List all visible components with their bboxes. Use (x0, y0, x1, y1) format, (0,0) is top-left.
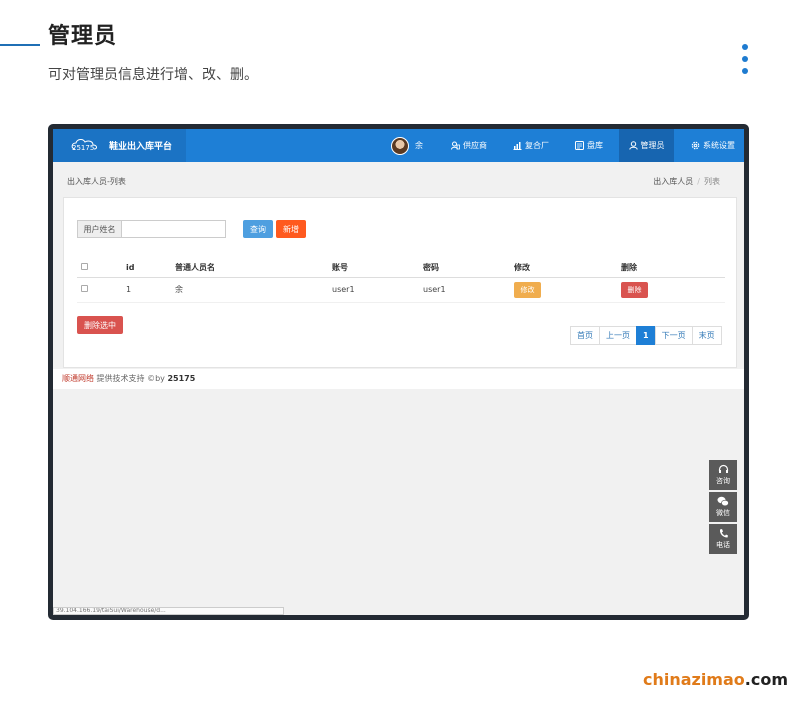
column-header: 修改 (514, 258, 621, 278)
pager-last[interactable]: 末页 (691, 326, 722, 345)
nav-item-settings[interactable]: 系统设置 (691, 129, 735, 162)
content-panel: 用户姓名 查询 新增 id 普通人员名 账号 密码 修改 删除 1 余 user… (63, 197, 737, 368)
footer-brand: 25175 (167, 374, 196, 383)
top-nav: 25175 鞋业出入库平台 余 供应商 复合厂 盘库 管理员 系统设置 (53, 129, 744, 162)
chart-icon (513, 142, 522, 150)
brand-logo-text: 25175 (72, 144, 94, 152)
pager-next[interactable]: 下一页 (654, 326, 693, 345)
side-toolbar: 咨询 微信 电话 (709, 460, 737, 556)
nav-item-inventory[interactable]: 盘库 (575, 129, 603, 162)
nav-item-admin[interactable]: 管理员 (619, 129, 674, 162)
footer-company[interactable]: 顺通网络 (62, 374, 94, 383)
query-button[interactable]: 查询 (243, 220, 273, 238)
side-tool-label: 电话 (716, 541, 730, 549)
side-tool-phone[interactable]: 电话 (709, 524, 737, 554)
title-rule (0, 44, 40, 46)
phone-icon (719, 529, 728, 538)
supplier-icon (451, 141, 460, 150)
table-header-row: id 普通人员名 账号 密码 修改 删除 (77, 258, 725, 278)
breadcrumb-current: 列表 (704, 177, 720, 186)
pager-prev[interactable]: 上一页 (599, 326, 637, 345)
pager-current[interactable]: 1 (636, 326, 656, 345)
select-all-checkbox[interactable] (81, 262, 88, 270)
side-tool-label: 微信 (716, 509, 730, 517)
column-header: id (126, 258, 175, 278)
nav-label: 供应商 (463, 141, 487, 150)
gear-icon (691, 141, 700, 150)
breadcrumb-parent[interactable]: 出入库人员 (653, 177, 693, 186)
delete-button[interactable]: 删除 (621, 281, 648, 298)
column-header: 普通人员名 (175, 258, 332, 278)
slide-title: 管理员 (48, 24, 118, 49)
column-header: 删除 (621, 258, 725, 278)
nav-item-supplier[interactable]: 供应商 (451, 129, 487, 162)
user-name: 余 (415, 141, 423, 150)
side-tool-wechat[interactable]: 微信 (709, 492, 737, 522)
cloud-logo-icon: 25175 (71, 139, 97, 152)
column-header: 密码 (423, 258, 514, 278)
cell-name: 余 (175, 277, 332, 303)
inventory-icon (575, 141, 584, 150)
breadcrumb-separator: / (697, 177, 700, 186)
side-tool-consult[interactable]: 咨询 (709, 460, 737, 490)
admin-table: id 普通人员名 账号 密码 修改 删除 1 余 user1 user1 修改 … (77, 258, 725, 303)
cell-password: user1 (423, 277, 514, 303)
side-tool-label: 咨询 (716, 477, 730, 485)
avatar (391, 136, 409, 155)
cell-id: 1 (126, 277, 175, 303)
nav-label: 管理员 (640, 141, 665, 150)
kebab-menu-icon[interactable] (742, 44, 750, 80)
screen-frame: 25175 鞋业出入库平台 余 供应商 复合厂 盘库 管理员 系统设置 出入库人… (48, 124, 749, 620)
nav-item-compound[interactable]: 复合厂 (513, 129, 549, 162)
user-icon (628, 141, 638, 150)
page-heading: 出入库人员-列表 (67, 177, 126, 186)
watermark-name: chinazimao (642, 670, 745, 689)
cell-account: user1 (332, 277, 423, 303)
search-input[interactable] (122, 220, 226, 238)
pagination: 首页 上一页 1 下一页 末页 (570, 326, 722, 345)
table-row: 1 余 user1 user1 修改 删除 (77, 277, 725, 303)
nav-label: 复合厂 (525, 141, 549, 150)
pager-first[interactable]: 首页 (570, 326, 600, 345)
browser-status-bar: 39.104.166.19/taiSui/Warehouse/d... (53, 607, 284, 615)
add-button[interactable]: 新增 (276, 220, 306, 238)
footer: 顺通网络 提供技术支持 ©by 25175 (53, 369, 744, 389)
delete-selected-button[interactable]: 删除选中 (77, 316, 123, 334)
brand[interactable]: 25175 鞋业出入库平台 (53, 129, 186, 162)
watermark-domain: .com (744, 670, 788, 689)
app-screen: 25175 鞋业出入库平台 余 供应商 复合厂 盘库 管理员 系统设置 出入库人… (53, 129, 744, 615)
row-checkbox[interactable] (81, 285, 88, 292)
breadcrumb: 出入库人员 / 列表 (653, 176, 720, 187)
brand-name: 鞋业出入库平台 (109, 142, 173, 152)
footer-text: 提供技术支持 ©by (96, 374, 165, 383)
slide-subtitle: 可对管理员信息进行增、改、删。 (48, 67, 258, 83)
edit-button[interactable]: 修改 (514, 281, 541, 298)
column-header: 账号 (332, 258, 423, 278)
user-menu[interactable]: 余 (391, 129, 423, 162)
headset-icon (718, 464, 728, 473)
nav-label: 盘库 (587, 141, 603, 150)
nav-label: 系统设置 (703, 141, 735, 150)
watermark: chinazimao.com (643, 670, 788, 689)
wechat-icon (717, 496, 729, 507)
search-label: 用户姓名 (77, 220, 122, 238)
